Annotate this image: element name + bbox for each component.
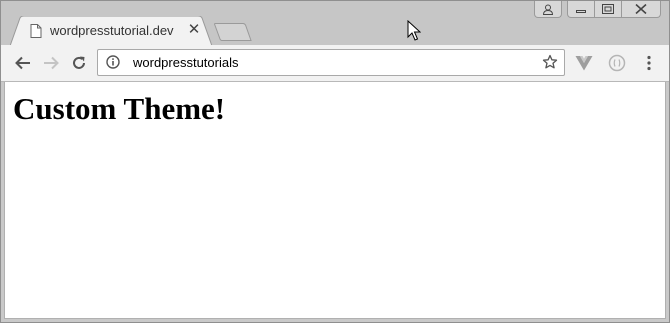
back-arrow-icon[interactable] xyxy=(13,53,33,73)
tab-title: wordpresstutorial.dev xyxy=(50,23,174,38)
page-icon xyxy=(30,24,42,38)
close-icon[interactable] xyxy=(621,1,661,18)
maximize-icon[interactable] xyxy=(594,1,622,18)
mouse-cursor-icon xyxy=(407,19,422,42)
user-icon[interactable] xyxy=(534,1,562,18)
browser-window: wordpresstutorial.dev ✕ wordpresstutoria… xyxy=(0,0,670,323)
url-text[interactable]: wordpresstutorials xyxy=(133,55,239,70)
reload-icon[interactable] xyxy=(69,53,89,73)
page-content: Custom Theme! xyxy=(4,82,666,319)
vue-devtools-icon[interactable] xyxy=(574,53,594,73)
toolbar: wordpresstutorials xyxy=(1,45,669,82)
tab-active[interactable]: wordpresstutorial.dev ✕ xyxy=(10,16,212,46)
close-tab-icon[interactable]: ✕ xyxy=(186,22,202,38)
window-controls xyxy=(534,1,661,19)
title-bar: wordpresstutorial.dev ✕ xyxy=(1,1,669,46)
page-heading: Custom Theme! xyxy=(13,91,226,126)
address-bar[interactable]: wordpresstutorials xyxy=(97,49,565,76)
new-tab-button[interactable] xyxy=(213,23,252,41)
forward-arrow-icon[interactable] xyxy=(41,53,61,73)
extension-circle-icon[interactable] xyxy=(607,53,627,73)
star-icon[interactable] xyxy=(542,54,558,70)
vertical-dots-icon[interactable] xyxy=(639,53,659,73)
info-icon[interactable] xyxy=(106,55,120,69)
minimize-icon[interactable] xyxy=(567,1,595,18)
